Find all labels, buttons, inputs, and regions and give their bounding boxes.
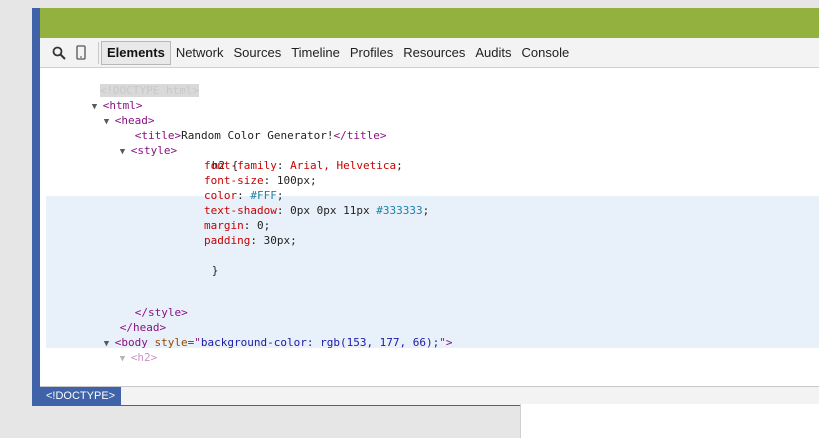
breadcrumb-bar: <!DOCTYPE>	[40, 386, 819, 405]
dom-line-title[interactable]: <title>Random Color Generator!</title>	[40, 113, 819, 142]
tab-sources[interactable]: Sources	[229, 42, 287, 64]
search-icon[interactable]	[48, 42, 70, 64]
css-declaration: padding: 30px;	[204, 234, 297, 247]
tab-timeline[interactable]: Timeline	[286, 42, 345, 64]
css-declaration: text-shadow: 0px 0px 11px #333333;	[204, 204, 430, 217]
css-declaration: color: #FFF;	[204, 189, 284, 202]
dom-line-body[interactable]: ▼ <body style="background-color: rgb(153,…	[40, 320, 819, 349]
expand-triangle-icon[interactable]: ▼	[120, 352, 131, 367]
page-background-strip	[40, 8, 819, 38]
tab-network[interactable]: Network	[171, 42, 229, 64]
css-declaration: font-family: Arial, Helvetica;	[204, 159, 403, 172]
dom-tree[interactable]: <!DOCTYPE html> ▼ <html> ▼ <head> <title>R…	[40, 68, 819, 386]
breadcrumb-doctype[interactable]: <!DOCTYPE>	[40, 387, 122, 405]
devtools-panel: Elements Network Sources Timeline Profil…	[40, 38, 819, 386]
lower-panel	[520, 404, 819, 438]
css-selector-line: h2 {	[211, 159, 239, 172]
dom-line-h2-partial[interactable]: ▼ <h2>	[40, 335, 819, 364]
dom-line-style[interactable]: ▼ <style>	[40, 128, 819, 157]
devtools-toolbar: Elements Network Sources Timeline Profil…	[40, 38, 819, 68]
tab-profiles[interactable]: Profiles	[345, 42, 398, 64]
css-declaration: font-size: 100px;	[204, 174, 317, 187]
tab-resources[interactable]: Resources	[398, 42, 470, 64]
tab-elements[interactable]: Elements	[101, 40, 171, 65]
tab-console[interactable]: Console	[517, 42, 575, 64]
dom-line-html[interactable]: ▼ <html>	[40, 83, 819, 112]
tab-audits[interactable]: Audits	[470, 42, 516, 64]
dom-line-head-close[interactable]: </head>	[40, 305, 819, 334]
panel-tabs: Elements Network Sources Timeline Profil…	[98, 40, 575, 65]
device-mode-icon[interactable]	[70, 42, 92, 64]
css-close-brace: }	[211, 264, 219, 277]
dom-line-doctype[interactable]: <!DOCTYPE html>	[40, 68, 819, 97]
dom-line-style-close[interactable]: </style>	[40, 290, 819, 319]
dom-line-head[interactable]: ▼ <head>	[40, 98, 819, 127]
css-declaration: margin: 0;	[204, 219, 271, 232]
